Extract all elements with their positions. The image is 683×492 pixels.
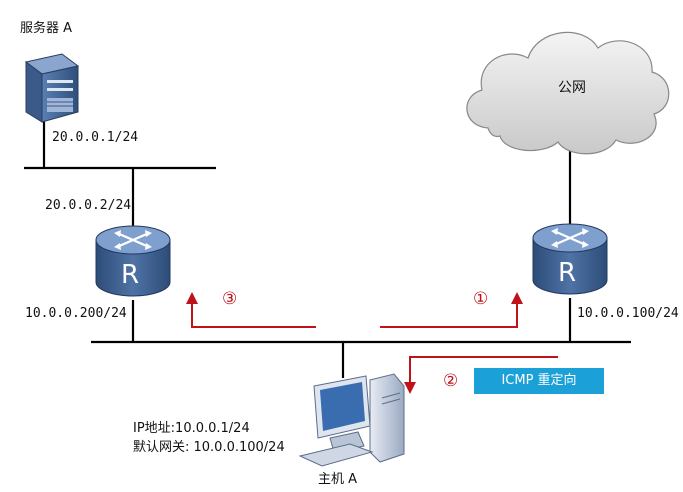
- icmp-redirect-badge: ICMP 重定向: [474, 368, 604, 394]
- step-one-marker: ①: [473, 289, 489, 309]
- host-name-label: 主机 A: [318, 472, 358, 487]
- server-name-label: 服务器 A: [20, 21, 73, 36]
- router-right-bottom-ip-label: 10.0.0.100/24: [577, 306, 679, 321]
- router-right-letter: R: [558, 258, 577, 288]
- server-ip-label: 20.0.0.1/24: [52, 130, 139, 145]
- diagram-graphics: [24, 31, 670, 467]
- router-left-top-ip-label: 20.0.0.2/24: [45, 198, 132, 213]
- arrow-step-three: [191, 302, 316, 328]
- host-pc-icon: [298, 373, 405, 467]
- step-three-marker: ③: [222, 289, 238, 309]
- arrow-step-one: [380, 302, 518, 328]
- internet-label: 公网: [558, 80, 586, 96]
- host-ip-label: IP地址:10.0.0.1/24: [133, 421, 250, 436]
- router-left-bottom-ip-label: 10.0.0.200/24: [25, 306, 127, 321]
- router-left-letter: R: [121, 260, 140, 290]
- host-gateway-label: 默认网关: 10.0.0.100/24: [133, 440, 285, 455]
- step-two-marker: ②: [443, 371, 459, 391]
- server-icon: [24, 53, 80, 123]
- network-diagram: { "server": { "name": "服务器 A", "ip": "20…: [0, 0, 683, 492]
